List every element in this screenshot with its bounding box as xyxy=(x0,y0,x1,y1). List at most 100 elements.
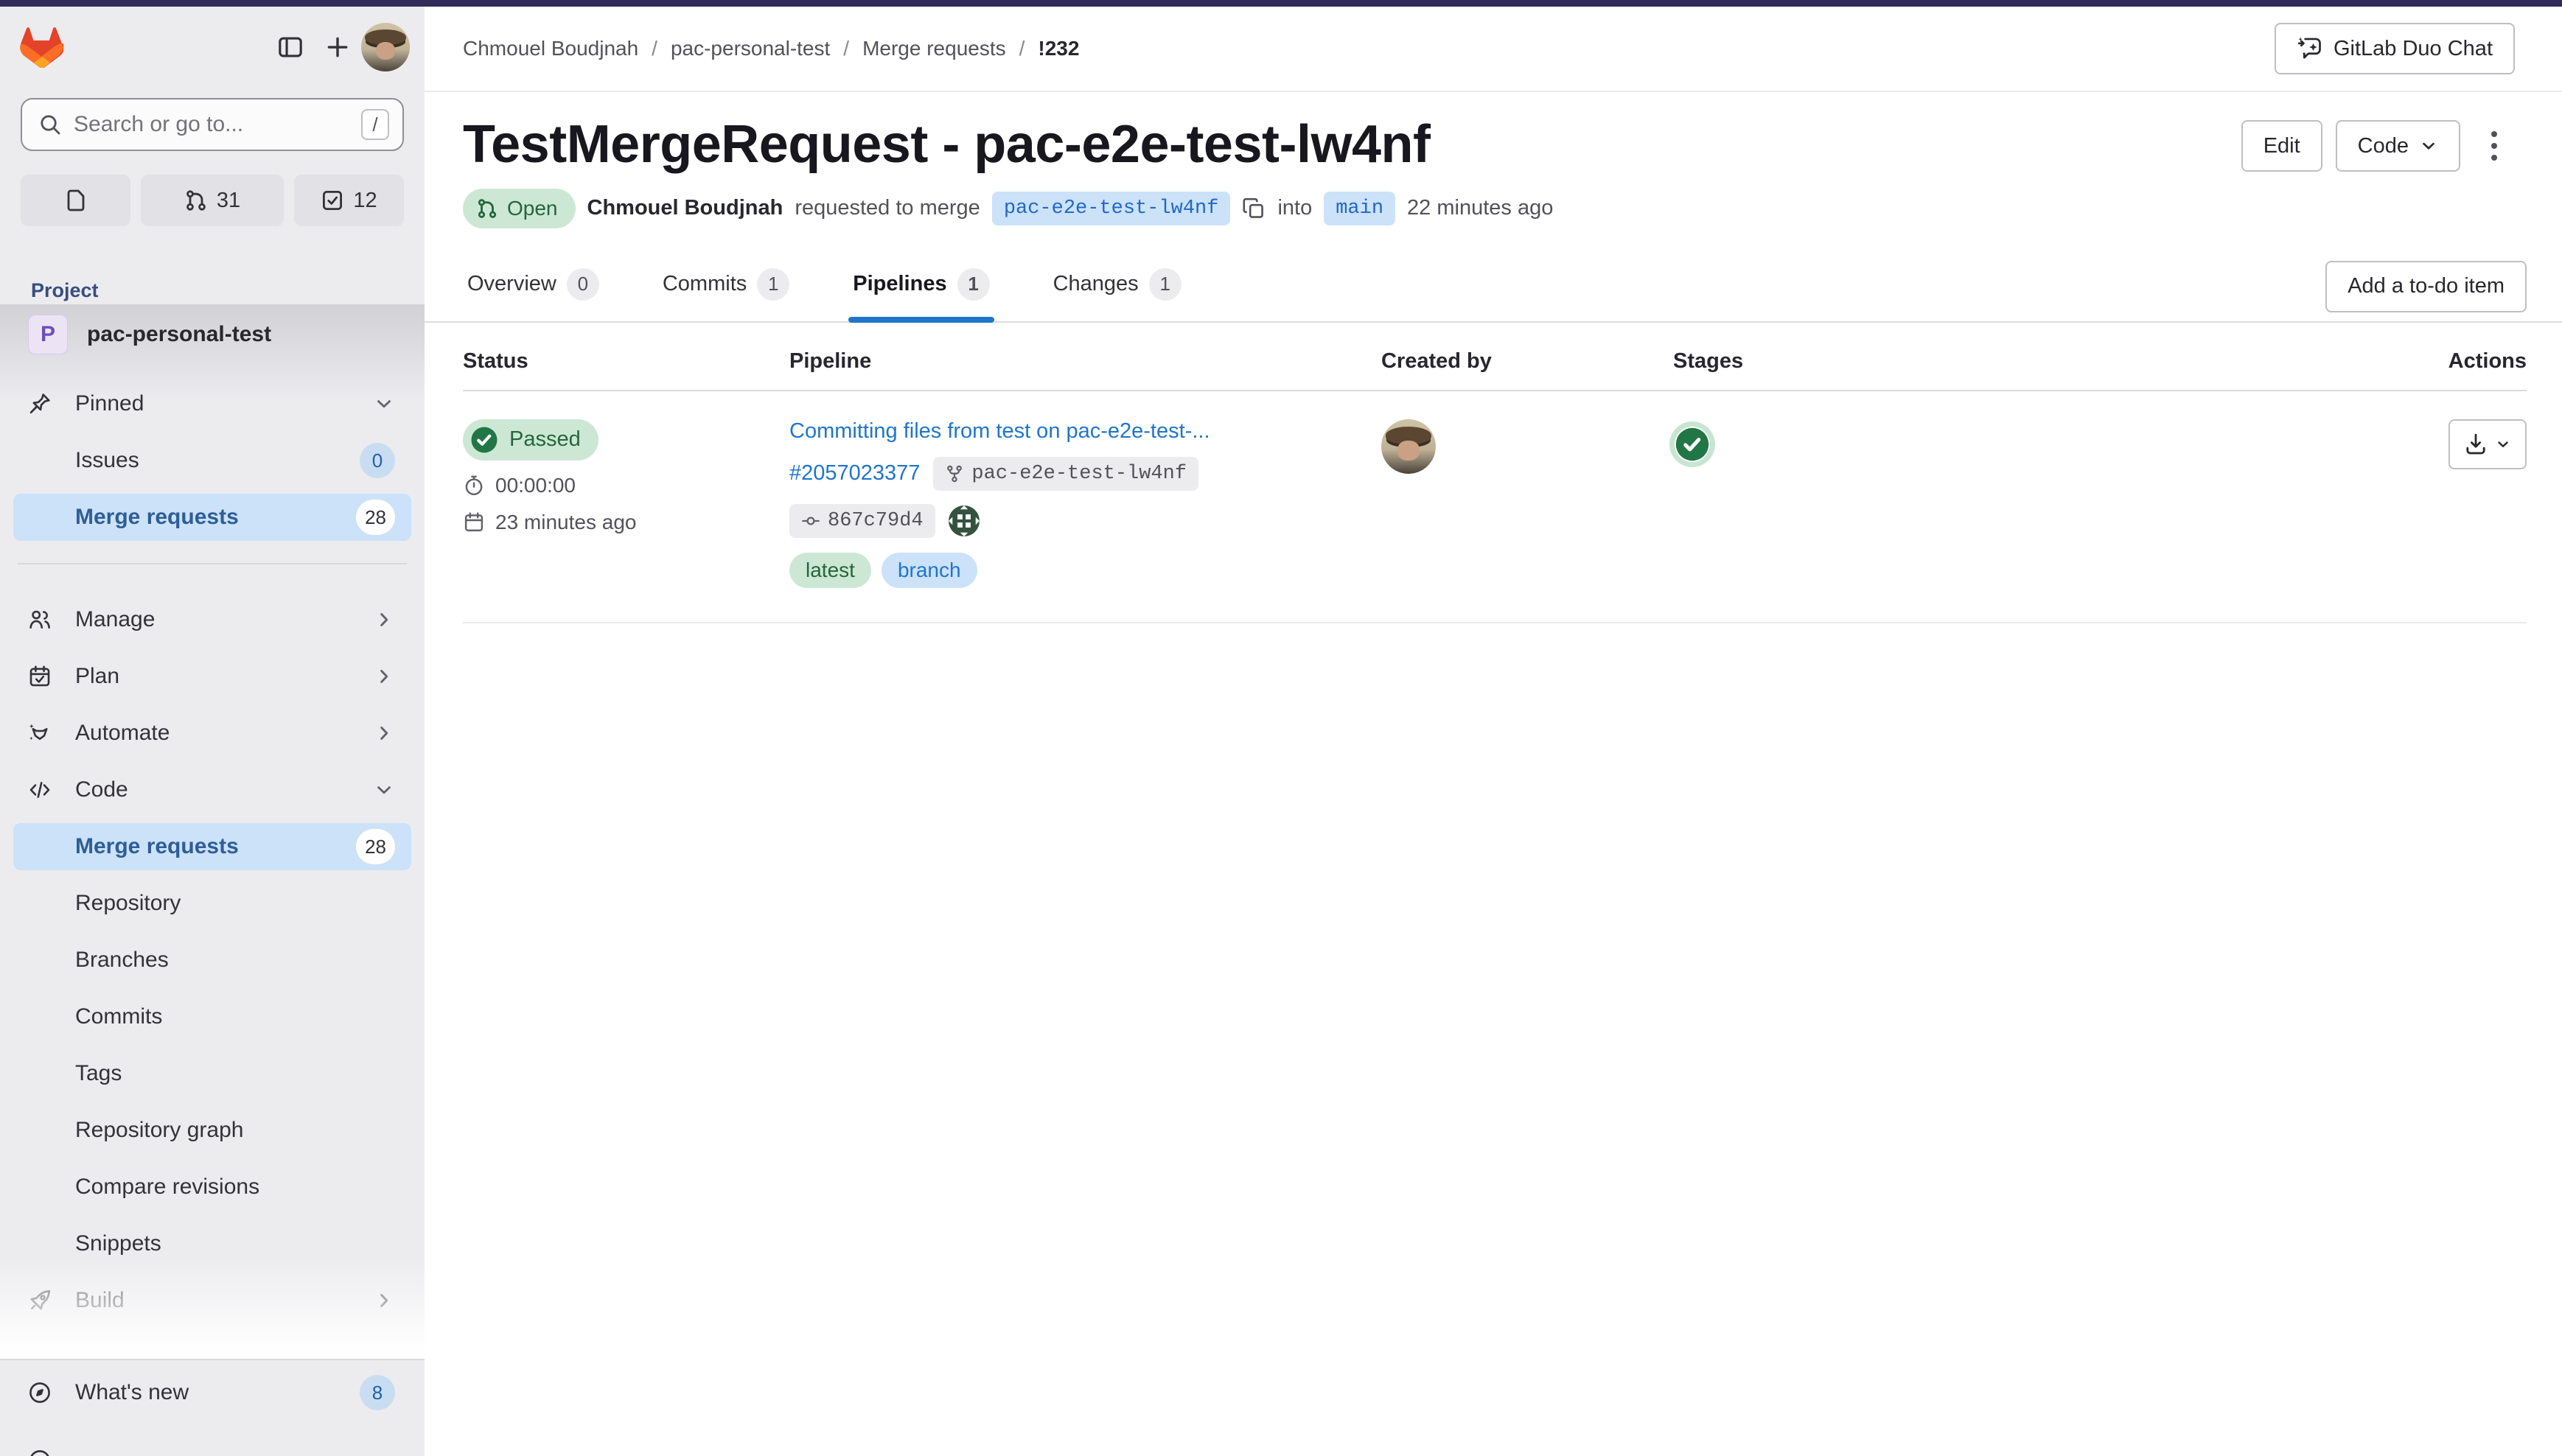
more-actions-kebab-icon[interactable] xyxy=(2474,120,2515,172)
add-todo-button[interactable]: Add a to-do item xyxy=(2325,261,2527,312)
sidebar-project-item[interactable]: P pac-personal-test xyxy=(13,310,411,359)
tab-label: Changes xyxy=(1053,272,1139,296)
pipeline-row: Passed 00:00:00 23 minutes ago Committin… xyxy=(463,391,2527,623)
breadcrumb-item[interactable]: pac-personal-test xyxy=(671,37,830,60)
sidebar-item-commits[interactable]: Commits xyxy=(13,993,411,1040)
breadcrumb-item[interactable]: Chmouel Boudjnah xyxy=(463,37,638,60)
source-branch-badge[interactable]: pac-e2e-test-lw4nf xyxy=(992,192,1231,225)
user-avatar[interactable] xyxy=(361,23,410,71)
sidebar-item-label: Compare revisions xyxy=(75,1175,395,1200)
duration-value: 00:00:00 xyxy=(495,474,576,497)
merge-requests-count-badge: 28 xyxy=(356,500,395,535)
sidebar-item-compare-revisions[interactable]: Compare revisions xyxy=(13,1163,411,1211)
sidebar-item-help[interactable] xyxy=(13,1437,411,1456)
tab-commits[interactable]: Commits 1 xyxy=(658,258,794,321)
pipeline-id-link[interactable]: #2057023377 xyxy=(789,461,920,486)
sidebar-item-code[interactable]: Code xyxy=(13,766,411,813)
gitlab-duo-chat-button[interactable]: GitLab Duo Chat xyxy=(2275,23,2515,74)
tab-label: Pipelines xyxy=(853,272,946,296)
sidebar-toggle-icon[interactable] xyxy=(267,24,314,71)
issues-shortcut-button[interactable] xyxy=(21,175,130,226)
sidebar-item-label: Merge requests xyxy=(75,834,356,859)
title-actions: Edit Code xyxy=(2241,120,2515,172)
todo-check-icon xyxy=(321,189,344,212)
sidebar-item-whats-new[interactable]: What's new 8 xyxy=(13,1369,411,1416)
mr-author[interactable]: Chmouel Boudjnah xyxy=(587,196,783,220)
sidebar-item-label: Commits xyxy=(75,1004,395,1029)
chevron-down-icon xyxy=(2419,136,2438,155)
issues-count-badge: 0 xyxy=(360,443,395,478)
branch-icon xyxy=(945,464,964,483)
stage-success-icon[interactable] xyxy=(1675,427,1710,462)
sidebar-nav: Pinned Issues 0 Merge requests 28 Manage… xyxy=(13,380,411,1334)
edit-button[interactable]: Edit xyxy=(2241,120,2322,172)
search-input[interactable]: Search or go to... / xyxy=(21,98,404,151)
pipeline-status-badge[interactable]: Passed xyxy=(463,419,598,461)
sidebar-item-automate[interactable]: Automate xyxy=(13,710,411,757)
status-success-icon xyxy=(470,425,499,455)
column-header-actions: Actions xyxy=(2115,349,2527,374)
pipelines-table: Status Pipeline Created by Stages Action… xyxy=(463,323,2527,623)
tab-overview[interactable]: Overview 0 xyxy=(463,258,604,321)
sidebar-item-label: Build xyxy=(75,1288,373,1313)
code-label: Code xyxy=(2358,134,2409,158)
sidebar-item-snippets[interactable]: Snippets xyxy=(13,1220,411,1267)
compass-icon xyxy=(28,1381,53,1404)
add-todo-label: Add a to-do item xyxy=(2348,274,2505,298)
sidebar-item-tags[interactable]: Tags xyxy=(13,1050,411,1097)
sidebar-item-label: Snippets xyxy=(75,1231,395,1256)
tab-count: 1 xyxy=(757,268,789,301)
creator-avatar[interactable] xyxy=(1381,419,1436,474)
chevron-down-icon xyxy=(373,393,395,415)
download-artifacts-button[interactable] xyxy=(2448,419,2527,469)
sidebar-item-manage[interactable]: Manage xyxy=(13,596,411,643)
sidebar-item-label: Branches xyxy=(75,948,395,973)
merge-requests-count-badge: 28 xyxy=(356,829,395,864)
pipeline-age: 23 minutes ago xyxy=(463,511,789,534)
project-avatar: P xyxy=(28,315,68,354)
search-placeholder: Search or go to... xyxy=(74,112,349,137)
merge-request-icon xyxy=(184,189,208,212)
mr-tabs: Overview 0 Commits 1 Pipelines 1 Changes… xyxy=(425,258,2562,323)
copy-icon[interactable] xyxy=(1242,197,1266,220)
sidebar-item-label: Plan xyxy=(75,664,373,689)
sidebar-item-repository-graph[interactable]: Repository graph xyxy=(13,1107,411,1154)
project-name: pac-personal-test xyxy=(87,322,271,347)
gitlab-logo[interactable] xyxy=(19,27,63,68)
sidebar-item-repository[interactable]: Repository xyxy=(13,880,411,927)
commit-sha-badge[interactable]: 867c79d4 xyxy=(789,504,935,538)
chevron-right-icon xyxy=(373,665,395,687)
sidebar-item-merge-requests-pinned[interactable]: Merge requests 28 xyxy=(13,494,411,541)
mr-state-label: Open xyxy=(507,197,558,220)
todos-shortcut-button[interactable]: 12 xyxy=(294,175,404,226)
mr-action-text: requested to merge xyxy=(795,196,980,220)
stages-cell xyxy=(1673,419,2115,588)
slash-shortcut-key: / xyxy=(361,109,389,140)
pipeline-status-cell: Passed 00:00:00 23 minutes ago xyxy=(463,419,789,588)
create-new-plus-icon[interactable] xyxy=(314,24,361,71)
target-branch-badge[interactable]: main xyxy=(1324,192,1395,225)
breadcrumb-item[interactable]: Merge requests xyxy=(862,37,1006,60)
ref-name: pac-e2e-test-lw4nf xyxy=(971,463,1187,485)
column-header-pipeline: Pipeline xyxy=(789,349,1381,374)
sidebar-item-plan[interactable]: Plan xyxy=(13,653,411,700)
sidebar-item-pinned[interactable]: Pinned xyxy=(13,380,411,427)
search-icon xyxy=(38,113,62,136)
tab-changes[interactable]: Changes 1 xyxy=(1049,258,1186,321)
ref-badge[interactable]: pac-e2e-test-lw4nf xyxy=(933,457,1198,491)
pipeline-commit-title-link[interactable]: Committing files from test on pac-e2e-te… xyxy=(789,419,1210,443)
column-header-created-by: Created by xyxy=(1381,349,1673,374)
sidebar-item-issues[interactable]: Issues 0 xyxy=(13,437,411,484)
sidebar-footer: What's new 8 xyxy=(0,1359,425,1456)
commit-author-identicon[interactable] xyxy=(949,505,980,536)
code-dropdown-button[interactable]: Code xyxy=(2336,120,2460,172)
sidebar-item-label: What's new xyxy=(75,1380,360,1405)
sidebar-item-label: Repository xyxy=(75,891,395,916)
merge-requests-shortcut-button[interactable]: 31 xyxy=(141,175,284,226)
mr-meta-row: Open Chmouel Boudjnah requested to merge… xyxy=(425,175,2562,228)
sidebar-item-merge-requests[interactable]: Merge requests 28 xyxy=(13,823,411,870)
sidebar-item-branches[interactable]: Branches xyxy=(13,937,411,984)
tab-count: 1 xyxy=(957,268,990,301)
sidebar-item-build[interactable]: Build xyxy=(13,1277,411,1324)
tab-pipelines[interactable]: Pipelines 1 xyxy=(848,258,994,321)
